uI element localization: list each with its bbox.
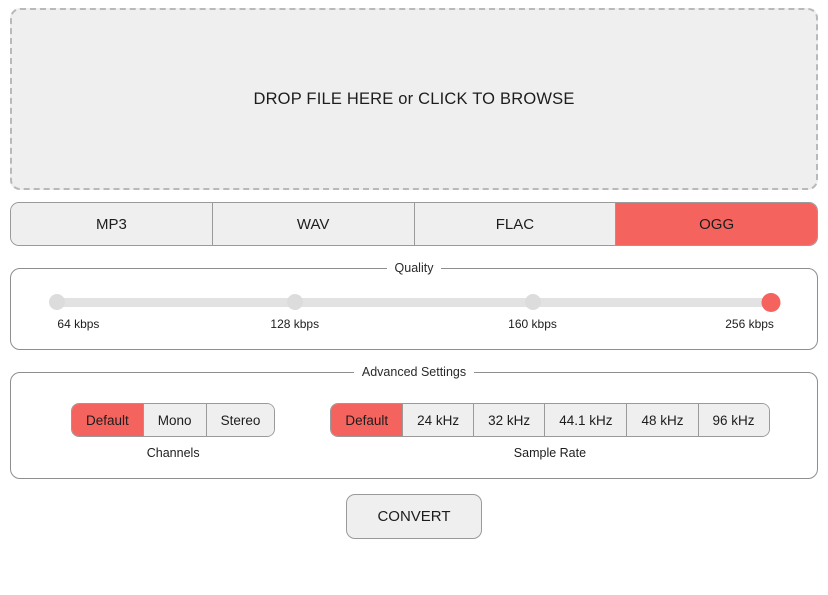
quality-stop-label-3: 256 kbps [725, 317, 774, 331]
format-tab-label: MP3 [95, 215, 127, 233]
audio-converter-app: DROP FILE HERE or CLICK TO BROWSE MP3 WAV… [0, 0, 828, 595]
quality-slider[interactable] [49, 293, 781, 312]
channels-group: Default Mono Stereo Channels [71, 403, 276, 460]
format-tab-label: OGG [699, 215, 735, 233]
format-tab-flac[interactable]: FLAC [414, 203, 617, 245]
sample-rate-option-label: Default [345, 412, 389, 428]
channels-segmented-control: Default Mono Stereo [71, 403, 276, 437]
convert-button[interactable]: CONVERT [346, 494, 482, 539]
quality-stop-label-0: 64 kbps [57, 317, 100, 331]
format-tab-mp3[interactable]: MP3 [11, 203, 213, 245]
sample-rate-option-label: 48 kHz [641, 412, 684, 428]
channels-option-mono[interactable]: Mono [143, 404, 207, 436]
sample-rate-option-label: 32 kHz [488, 412, 531, 428]
quality-panel: Quality 64 kbps 128 kbps 160 kbps 256 kbps [10, 261, 818, 350]
file-dropzone[interactable]: DROP FILE HERE or CLICK TO BROWSE [10, 8, 818, 190]
channels-option-default[interactable]: Default [72, 404, 144, 436]
quality-slider-labels: 64 kbps 128 kbps 160 kbps 256 kbps [57, 317, 774, 335]
channels-option-stereo[interactable]: Stereo [206, 404, 275, 436]
quality-stop-label-1: 128 kbps [270, 317, 320, 331]
quality-body: 64 kbps 128 kbps 160 kbps 256 kbps [11, 275, 817, 349]
channels-option-label: Stereo [220, 412, 261, 428]
format-tab-label: FLAC [495, 215, 535, 233]
sample-rate-option-44-1-khz[interactable]: 44.1 kHz [545, 404, 628, 436]
sample-rate-caption: Sample Rate [513, 446, 587, 460]
advanced-settings-legend: Advanced Settings [361, 365, 467, 379]
channels-caption: Channels [146, 446, 200, 460]
sample-rate-option-96-khz[interactable]: 96 kHz [698, 404, 769, 436]
format-tab-label: WAV [296, 215, 330, 233]
sample-rate-option-label: 96 kHz [712, 412, 755, 428]
sample-rate-option-label: 44.1 kHz [559, 412, 613, 428]
sample-rate-option-default[interactable]: Default [331, 404, 404, 436]
dropzone-label: DROP FILE HERE or CLICK TO BROWSE [253, 89, 575, 108]
sample-rate-option-label: 24 kHz [417, 412, 460, 428]
advanced-settings-body: Default Mono Stereo Channels Default 24 kHz… [11, 379, 817, 478]
quality-stop-3[interactable] [761, 293, 781, 312]
quality-legend: Quality [394, 261, 434, 275]
format-tab-bar: MP3 WAV FLAC OGG [10, 202, 818, 246]
sample-rate-option-24-khz[interactable]: 24 kHz [403, 404, 475, 436]
advanced-settings-panel: Advanced Settings Default Mono Stereo Chan… [10, 365, 818, 479]
quality-slider-track[interactable] [57, 298, 771, 307]
sample-rate-group: Default 24 kHz 32 kHz 44.1 kHz 48 kHz 96 kHz … [330, 403, 770, 460]
quality-stop-label-2: 160 kbps [508, 317, 557, 331]
convert-row: CONVERT [10, 494, 818, 539]
format-tab-wav[interactable]: WAV [212, 203, 415, 245]
format-tab-ogg[interactable]: OGG [616, 203, 817, 245]
sample-rate-segmented-control: Default 24 kHz 32 kHz 44.1 kHz 48 kHz 96 kHz [330, 403, 770, 437]
quality-stop-2[interactable] [524, 294, 541, 310]
sample-rate-option-32-khz[interactable]: 32 kHz [474, 404, 546, 436]
quality-stop-0[interactable] [49, 294, 65, 310]
sample-rate-option-48-khz[interactable]: 48 kHz [627, 404, 699, 436]
channels-option-label: Mono [157, 412, 192, 428]
channels-option-label: Default [86, 412, 129, 428]
quality-stop-1[interactable] [286, 294, 303, 310]
